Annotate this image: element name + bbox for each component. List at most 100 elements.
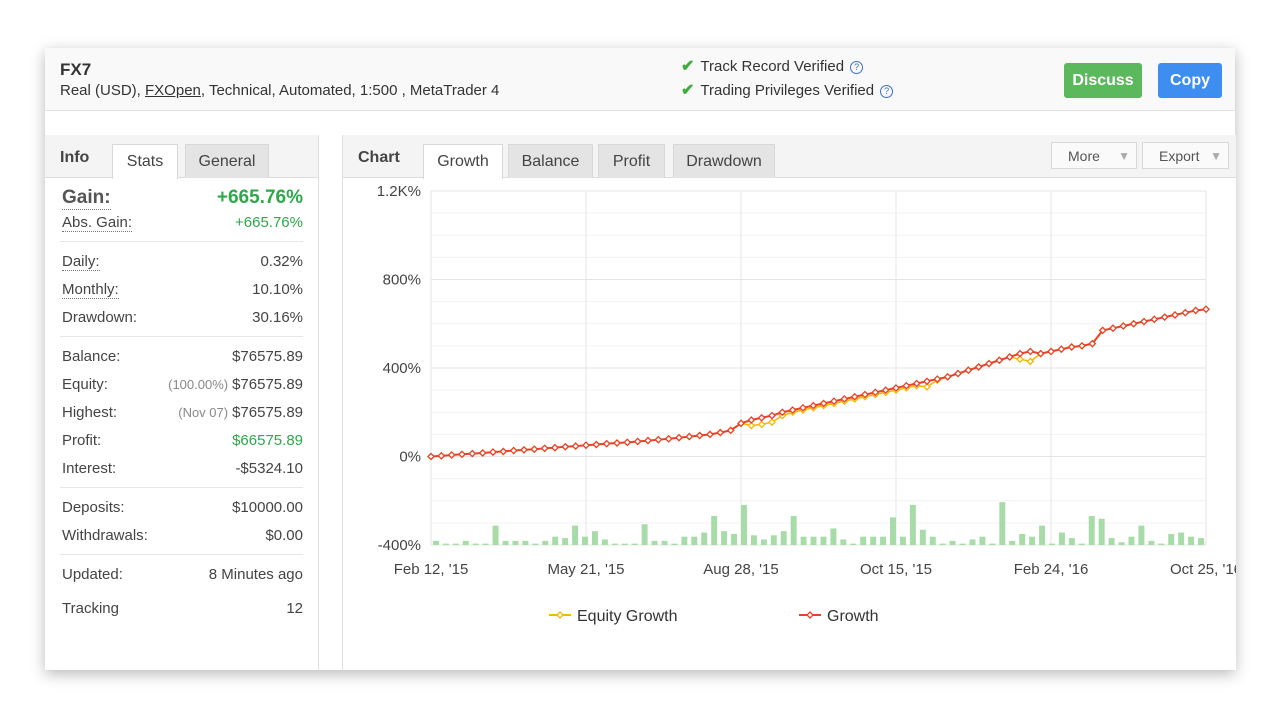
interest-row: Interest: -$5324.10 bbox=[60, 455, 303, 483]
volume-bar bbox=[601, 539, 608, 545]
tracking-value[interactable]: 12 bbox=[286, 600, 303, 617]
help-icon[interactable]: ? bbox=[850, 61, 864, 74]
tab-balance[interactable]: Balance bbox=[508, 144, 593, 178]
volume-bar bbox=[452, 543, 459, 545]
left-tabs: Info Stats General bbox=[45, 135, 318, 179]
highest-date: (Nov 07) bbox=[178, 405, 229, 420]
balance-value: $76575.89 bbox=[232, 348, 303, 365]
volume-bar bbox=[840, 539, 847, 545]
volume-bar bbox=[800, 536, 807, 545]
system-title: FX7 bbox=[60, 60, 92, 79]
volume-bar bbox=[1128, 536, 1135, 545]
tab-growth[interactable]: Growth bbox=[423, 144, 503, 179]
subtitle-suffix: , Technical, Automated, 1:500 , MetaTrad… bbox=[200, 82, 500, 99]
volume-bar bbox=[760, 539, 767, 545]
divider bbox=[60, 336, 303, 337]
check-icon: ✔ bbox=[681, 58, 695, 75]
monthly-label[interactable]: Monthly: bbox=[62, 281, 119, 299]
volume-bar bbox=[989, 543, 996, 545]
more-dropdown[interactable]: More ▼ bbox=[1051, 142, 1137, 169]
export-dropdown[interactable]: Export ▼ bbox=[1142, 142, 1229, 169]
deposits-label: Deposits: bbox=[62, 499, 125, 516]
volume-bar bbox=[661, 540, 668, 545]
tab-stats[interactable]: Stats bbox=[112, 144, 178, 179]
daily-label[interactable]: Daily: bbox=[62, 253, 100, 271]
tab-drawdown[interactable]: Drawdown bbox=[673, 144, 775, 178]
volume-bar bbox=[492, 525, 499, 545]
volume-bar bbox=[979, 536, 986, 545]
volume-bar bbox=[1148, 540, 1155, 545]
volume-bar bbox=[1098, 518, 1105, 545]
monthly-value: 10.10% bbox=[252, 281, 303, 298]
volume-bar bbox=[1009, 540, 1016, 545]
volume-bar bbox=[472, 543, 479, 545]
broker-link[interactable]: FXOpen bbox=[145, 82, 201, 99]
volume-bar bbox=[1049, 543, 1055, 545]
x-tick-label: May 21, '15 bbox=[547, 561, 624, 578]
x-tick-label: Oct 15, '15 bbox=[860, 561, 932, 578]
volume-bar bbox=[532, 543, 539, 545]
volume-bar bbox=[1078, 543, 1085, 545]
volume-bar bbox=[621, 543, 628, 545]
volume-bar bbox=[1158, 543, 1165, 545]
volume-bar bbox=[850, 543, 857, 545]
profit-label: Profit: bbox=[62, 432, 102, 449]
profit-value: $66575.89 bbox=[232, 432, 303, 449]
copy-button[interactable]: Copy bbox=[1158, 63, 1222, 98]
volume-bar bbox=[631, 543, 638, 545]
subtitle-prefix: Real (USD), bbox=[60, 82, 146, 99]
highest-value: $76575.89 bbox=[232, 404, 303, 421]
stats-list: Gain: +665.76% Abs. Gain: +665.76% Daily… bbox=[60, 177, 303, 623]
volume-bar bbox=[562, 538, 569, 545]
y-tick-label: -400% bbox=[378, 537, 421, 554]
volume-bar bbox=[1058, 532, 1065, 545]
abs-gain-value: +665.76% bbox=[235, 214, 303, 231]
volume-bar bbox=[741, 504, 747, 545]
volume-bar bbox=[1029, 536, 1036, 545]
gain-value: +665.76% bbox=[216, 187, 303, 208]
abs-gain-row: Abs. Gain: +665.76% bbox=[60, 209, 303, 237]
gain-label[interactable]: Gain: bbox=[62, 187, 111, 210]
volume-bar bbox=[1068, 538, 1075, 545]
equity-row: Equity: (100.00%) $76575.89 bbox=[60, 371, 303, 399]
volume-bar bbox=[959, 543, 966, 545]
volume-bar bbox=[522, 540, 529, 545]
updated-row: Updated: 8 Minutes ago bbox=[60, 561, 303, 595]
system-subtitle: Real (USD), FXOpen, Technical, Automated… bbox=[60, 82, 499, 99]
volume-bar bbox=[671, 543, 678, 545]
volume-bar bbox=[572, 525, 579, 545]
drawdown-value: 30.16% bbox=[252, 309, 303, 326]
system-card: FX7 Real (USD), FXOpen, Technical, Autom… bbox=[45, 48, 1236, 670]
tab-profit[interactable]: Profit bbox=[598, 144, 665, 178]
more-label: More bbox=[1068, 148, 1100, 164]
abs-gain-label[interactable]: Abs. Gain: bbox=[62, 214, 133, 232]
volume-bar bbox=[810, 536, 817, 545]
discuss-button[interactable]: Discuss bbox=[1064, 63, 1142, 98]
legend-label: Growth bbox=[827, 608, 879, 625]
growth-chart: 1.2K% 800% 400% 0% -400% Feb 12, '15 May 21, '… bbox=[377, 183, 1236, 625]
equity-label: Equity: bbox=[62, 376, 108, 393]
volume-bar bbox=[999, 502, 1006, 545]
help-icon[interactable]: ? bbox=[880, 85, 894, 98]
equity-value-wrap: (100.00%) $76575.89 bbox=[168, 376, 303, 393]
volume-bar bbox=[651, 540, 658, 545]
equity-value: $76575.89 bbox=[232, 376, 303, 393]
volume-bar bbox=[899, 536, 906, 545]
volume-bar bbox=[939, 543, 946, 545]
x-tick-label: Aug 28, '15 bbox=[703, 561, 778, 578]
volume-bar bbox=[750, 535, 757, 545]
y-tick-label: 800% bbox=[383, 272, 421, 289]
volume-bar bbox=[929, 536, 936, 545]
volume-bar bbox=[462, 540, 469, 545]
interest-value: -$5324.10 bbox=[235, 460, 303, 477]
volume-bar bbox=[780, 531, 787, 545]
volume-bar bbox=[1188, 536, 1195, 545]
tab-general[interactable]: General bbox=[185, 144, 269, 178]
volume-bar bbox=[890, 517, 896, 545]
legend-marker bbox=[556, 611, 564, 619]
volume-bar bbox=[790, 515, 797, 545]
volume-bar bbox=[770, 535, 777, 545]
highest-label: Highest: bbox=[62, 404, 118, 421]
highest-row: Highest: (Nov 07) $76575.89 bbox=[60, 399, 303, 427]
chart-label: Chart bbox=[358, 149, 400, 166]
